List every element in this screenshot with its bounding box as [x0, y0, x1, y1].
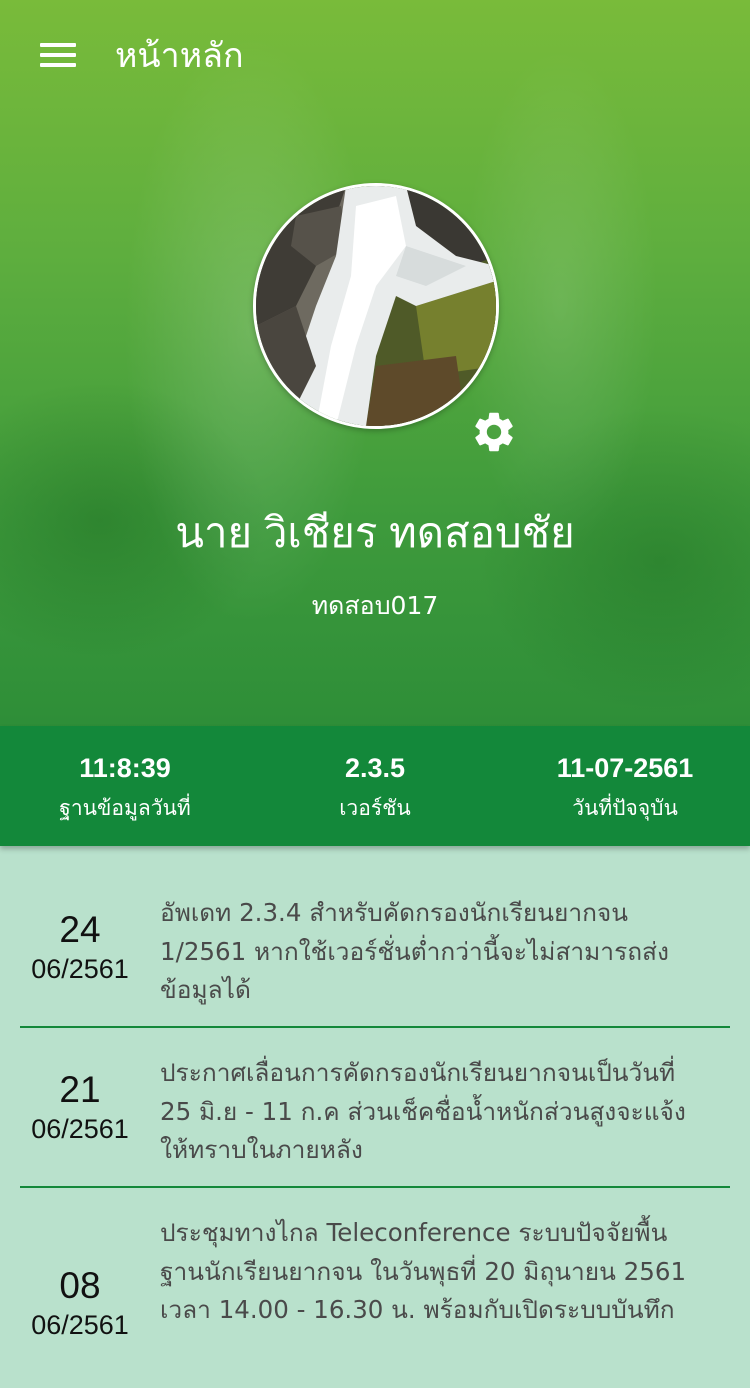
- list-item[interactable]: 21 06/2561 ประกาศเลื่อนการคัดกรองนักเรีย…: [20, 1028, 730, 1188]
- menu-icon[interactable]: [30, 36, 86, 76]
- news-text: อัพเดท 2.3.4 สำหรับคัดกรองนักเรียนยากจน …: [160, 868, 730, 1028]
- news-date: 21 06/2561: [20, 1068, 140, 1146]
- stat-value: 11:8:39: [79, 753, 171, 783]
- news-date: 08 06/2561: [20, 1264, 140, 1342]
- news-list: 24 06/2561 อัพเดท 2.3.4 สำหรับคัดกรองนัก…: [20, 868, 730, 1388]
- news-month-year: 06/2561: [31, 954, 129, 984]
- news-text: ประชุมทางไกล Teleconference ระบบปัจจัยพื…: [160, 1188, 730, 1348]
- news-date: 24 06/2561: [20, 908, 140, 986]
- news-month-year: 06/2561: [31, 1114, 129, 1144]
- news-day: 24: [59, 909, 101, 950]
- gear-icon[interactable]: [470, 408, 518, 456]
- stat-label: ฐานข้อมูลวันที่: [59, 796, 191, 820]
- news-month-year: 06/2561: [31, 1310, 129, 1340]
- user-id: ทดสอบ017: [311, 591, 439, 620]
- avatar[interactable]: [253, 183, 499, 429]
- stat-value: 11-07-2561: [556, 753, 694, 783]
- stat-current-date: 11-07-2561 วันที่ปัจจุบัน: [500, 726, 750, 846]
- news-line: 1/2561 หากใช้เวอร์ชั่นต่ำกว่านี้จะไม่สาม…: [160, 936, 669, 966]
- list-item[interactable]: 08 06/2561 ประชุมทางไกล Teleconference ร…: [20, 1188, 730, 1388]
- stat-version: 2.3.5 เวอร์ชัน: [250, 726, 500, 846]
- news-line: ประกาศเลื่อนการคัดกรองนักเรียนยากจนเป็นว…: [160, 1058, 676, 1087]
- user-name: นาย วิเชียร ทดสอบชัย: [175, 509, 575, 556]
- news-line: 25 มิ.ย - 11 ก.ค ส่วนเช็คชื่อน้ำหนักส่วน…: [160, 1096, 686, 1126]
- news-line: ข้อมูลได้: [160, 975, 251, 1004]
- news-line: อัพเดท 2.3.4 สำหรับคัดกรองนักเรียนยากจน: [160, 898, 629, 927]
- page-title: หน้าหลัก: [115, 37, 244, 75]
- stat-label: เวอร์ชัน: [339, 796, 411, 820]
- news-line: ให้ทราบในภายหลัง: [160, 1135, 363, 1164]
- list-item[interactable]: 24 06/2561 อัพเดท 2.3.4 สำหรับคัดกรองนัก…: [20, 868, 730, 1028]
- news-text: ประกาศเลื่อนการคัดกรองนักเรียนยากจนเป็นว…: [160, 1028, 730, 1188]
- stat-value: 2.3.5: [344, 753, 406, 783]
- stats-bar: 11:8:39 ฐานข้อมูลวันที่ 2.3.5 เวอร์ชัน 1…: [0, 726, 750, 846]
- stat-label: วันที่ปัจจุบัน: [572, 796, 678, 820]
- profile-header: หน้าหลัก นาย วิเชียร ทดสอบชัย ทดสอบ017: [0, 0, 750, 726]
- news-line: ฐานนักเรียนยากจน ในวันพุธที่ 20 มิถุนายน…: [160, 1256, 687, 1286]
- waterfall-photo: [256, 186, 496, 426]
- news-day: 21: [59, 1069, 101, 1110]
- news-day: 08: [59, 1265, 101, 1306]
- stat-database-date: 11:8:39 ฐานข้อมูลวันที่: [0, 726, 250, 846]
- news-line: ประชุมทางไกล Teleconference ระบบปัจจัยพื…: [160, 1218, 668, 1247]
- news-line: เวลา 14.00 - 16.30 น. พร้อมกับเปิดระบบบั…: [160, 1295, 675, 1324]
